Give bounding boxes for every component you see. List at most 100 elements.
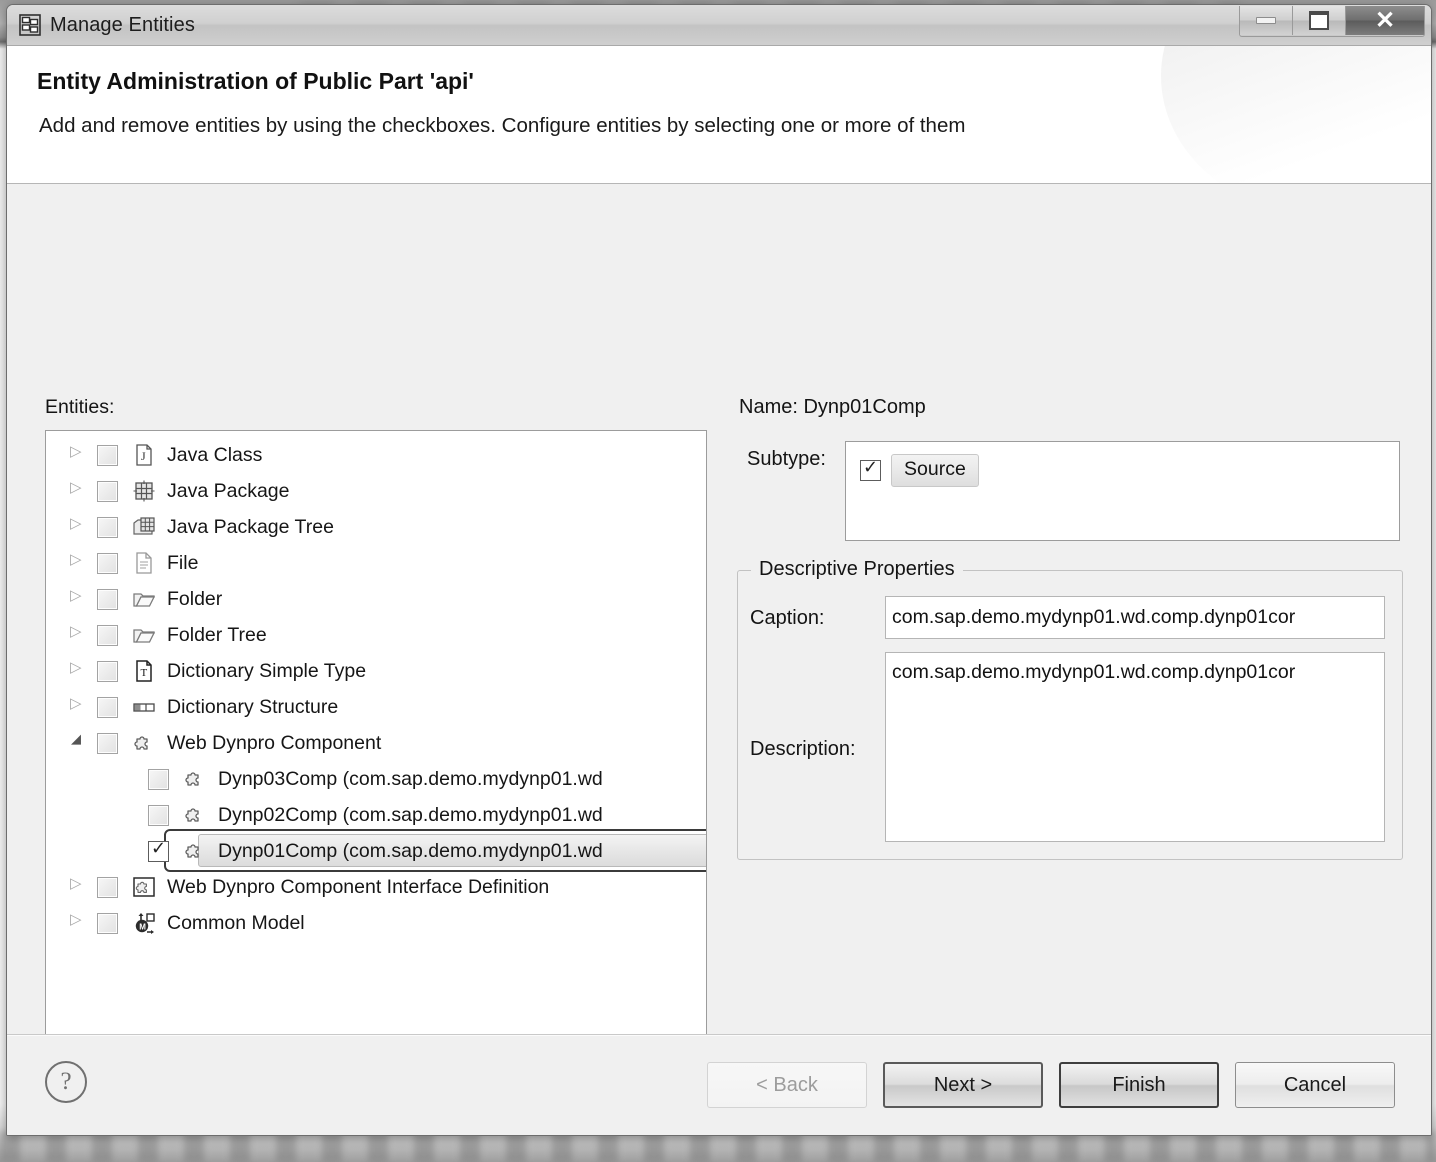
tree-row-label: File — [167, 551, 199, 574]
entities-tree-panel[interactable]: J Java Class Java Package Java Package Tree… — [45, 430, 707, 1106]
subtype-source-checkbox[interactable] — [860, 457, 881, 481]
dialog-footer: ? < Back Next > Finish Cancel — [7, 1036, 1431, 1135]
tree-row[interactable]: Folder Tree — [46, 617, 706, 653]
dictionary-simple-type-icon: T — [132, 659, 156, 683]
tree-row-label: Java Package Tree — [167, 515, 334, 538]
tree-row-label: Folder Tree — [167, 623, 267, 646]
wizard-header: Entity Administration of Public Part 'ap… — [7, 46, 1431, 184]
tree-row-checkbox[interactable] — [97, 696, 118, 718]
web-dynpro-interface-icon — [132, 875, 156, 899]
chevron-right-icon[interactable] — [70, 442, 88, 464]
java-package-icon — [132, 479, 156, 503]
tree-row-checkbox[interactable] — [97, 588, 118, 610]
tree-row-label: Dynp01Comp (com.sap.demo.mydynp01.wd — [218, 839, 603, 862]
tree-row[interactable]: Dynp01Comp (com.sap.demo.mydynp01.wd — [46, 829, 706, 872]
tree-row-label: Folder — [167, 587, 223, 610]
finish-button[interactable]: Finish — [1059, 1062, 1219, 1108]
tree-row-checkbox[interactable] — [97, 732, 118, 754]
entities-label: Entities: — [45, 396, 115, 418]
descriptive-properties-title: Descriptive Properties — [751, 558, 963, 581]
entity-name-line: Name: Dynp01Comp — [739, 396, 926, 418]
dialog-body: Entities: J Java Class Java Package Java Pa… — [7, 184, 1431, 1135]
window-controls: ✕ — [1239, 6, 1425, 37]
java-class-icon: J — [132, 443, 156, 467]
caption-input[interactable]: com.sap.demo.mydynp01.wd.comp.dynp01cor — [885, 596, 1385, 639]
subtype-item-source[interactable]: Source — [860, 454, 1399, 487]
page-title: Entity Administration of Public Part 'ap… — [37, 68, 474, 94]
chevron-right-icon[interactable] — [70, 694, 88, 716]
tree-row-label: Dictionary Structure — [167, 695, 339, 718]
chevron-right-icon[interactable] — [70, 514, 88, 536]
tree-row[interactable]: T Dictionary Simple Type — [46, 653, 706, 689]
chevron-right-icon[interactable] — [70, 478, 88, 500]
svg-text:M: M — [139, 922, 146, 931]
svg-text:J: J — [141, 449, 146, 463]
web-dynpro-component-icon — [132, 731, 156, 755]
svg-text:T: T — [141, 667, 148, 679]
dictionary-structure-icon — [132, 695, 156, 719]
tree-row-checkbox[interactable] — [97, 444, 118, 466]
chevron-right-icon[interactable] — [70, 658, 88, 680]
tree-row-checkbox[interactable] — [97, 876, 118, 898]
maximize-icon — [1309, 11, 1329, 30]
java-package-tree-icon — [132, 515, 156, 539]
web-dynpro-component-icon — [183, 803, 207, 827]
tree-row-label: Dynp02Comp (com.sap.demo.mydynp01.wd — [218, 803, 603, 826]
chevron-right-icon[interactable] — [70, 586, 88, 608]
description-label: Description: — [750, 738, 856, 760]
next-button[interactable]: Next > — [883, 1062, 1043, 1108]
web-dynpro-component-icon — [183, 839, 207, 863]
tree-row-label: Web Dynpro Component — [167, 731, 382, 754]
tree-row-checkbox[interactable] — [97, 660, 118, 682]
folder-icon — [132, 587, 156, 611]
help-icon[interactable]: ? — [45, 1061, 87, 1103]
chevron-right-icon[interactable] — [70, 622, 88, 644]
manage-entities-dialog: Manage Entities ✕ Entity Administration … — [6, 4, 1432, 1136]
file-icon — [132, 551, 156, 575]
minimize-icon — [1256, 17, 1276, 24]
tree-row-checkbox[interactable] — [97, 552, 118, 574]
subtype-box[interactable]: Source — [845, 441, 1400, 541]
tree-row[interactable]: Folder — [46, 581, 706, 617]
tree-row[interactable]: Dictionary Structure — [46, 689, 706, 725]
close-button[interactable]: ✕ — [1346, 6, 1424, 35]
subtype-label: Subtype: — [747, 448, 826, 470]
tree-row[interactable]: M Common Model — [46, 905, 706, 941]
chevron-right-icon[interactable] — [70, 550, 88, 572]
tree-row-checkbox[interactable] — [148, 838, 169, 862]
tree-row-checkbox[interactable] — [148, 768, 169, 790]
tree-row-checkbox[interactable] — [97, 624, 118, 646]
footer-buttons: < Back Next > Finish Cancel — [707, 1062, 1395, 1108]
tree-row[interactable]: Java Package — [46, 473, 706, 509]
common-model-icon: M — [132, 911, 156, 935]
minimize-button[interactable] — [1240, 6, 1293, 35]
tree-row[interactable]: Dynp02Comp (com.sap.demo.mydynp01.wd — [46, 797, 706, 833]
tree-row-label: Dynp03Comp (com.sap.demo.mydynp01.wd — [218, 767, 603, 790]
chevron-right-icon[interactable] — [70, 910, 88, 932]
chevron-down-icon[interactable] — [70, 731, 88, 752]
tree-row-checkbox[interactable] — [97, 912, 118, 934]
maximize-button[interactable] — [1293, 6, 1346, 35]
tree-row[interactable]: Java Package Tree — [46, 509, 706, 545]
description-input[interactable]: com.sap.demo.mydynp01.wd.comp.dynp01cor — [885, 652, 1385, 842]
title-bar: Manage Entities ✕ — [7, 5, 1431, 46]
folder-tree-icon — [132, 623, 156, 647]
tree-row-label: Web Dynpro Component Interface Definitio… — [167, 875, 550, 898]
tree-row-checkbox[interactable] — [148, 804, 169, 826]
manage-entities-icon — [19, 14, 41, 36]
close-icon: ✕ — [1374, 6, 1396, 34]
tree-row[interactable]: Web Dynpro Component — [46, 725, 706, 761]
tree-row[interactable]: File — [46, 545, 706, 581]
tree-row[interactable]: J Java Class — [46, 437, 706, 473]
tree-row[interactable]: Dynp03Comp (com.sap.demo.mydynp01.wd — [46, 761, 706, 797]
tree-row-label: Dictionary Simple Type — [167, 659, 367, 682]
tree-row[interactable]: Web Dynpro Component Interface Definitio… — [46, 869, 706, 905]
window-title: Manage Entities — [50, 13, 195, 36]
chevron-right-icon[interactable] — [70, 874, 88, 896]
tree-row-label: Java Package — [167, 479, 290, 502]
tree-row-checkbox[interactable] — [97, 480, 118, 502]
subtype-source-label[interactable]: Source — [891, 454, 979, 487]
cancel-button[interactable]: Cancel — [1235, 1062, 1395, 1108]
entities-tree[interactable]: J Java Class Java Package Java Package Tree… — [46, 437, 706, 1069]
tree-row-checkbox[interactable] — [97, 516, 118, 538]
